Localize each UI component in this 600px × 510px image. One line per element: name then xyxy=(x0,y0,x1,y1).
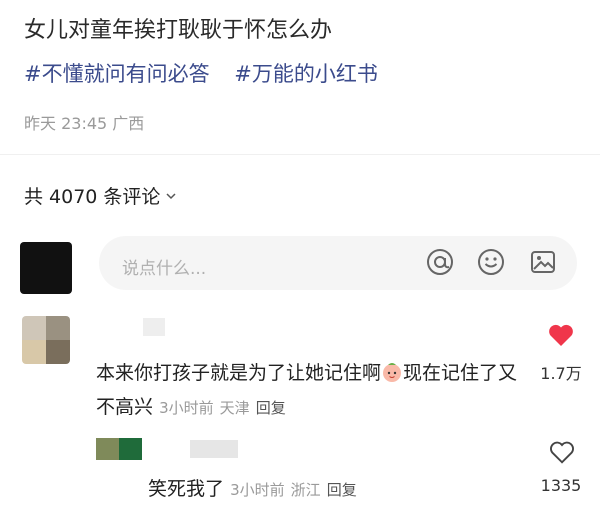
chevron-down-icon xyxy=(166,192,176,199)
comment-count-sort[interactable]: 共 4070 条评论 xyxy=(24,182,176,209)
at-icon[interactable] xyxy=(425,247,455,277)
avatar[interactable] xyxy=(96,438,142,460)
like-count: 1335 xyxy=(540,476,582,495)
divider xyxy=(0,154,600,155)
heart-filled-icon[interactable] xyxy=(546,320,576,350)
comment-location: 天津 xyxy=(219,399,250,417)
avatar[interactable] xyxy=(20,242,72,294)
comment-input-placeholder: 说点什么... xyxy=(122,259,207,279)
comment-body: 笑死我了 xyxy=(148,478,225,500)
reply-button[interactable]: 回复 xyxy=(256,399,286,417)
image-icon[interactable] xyxy=(528,247,558,277)
comment-time: 3小时前 xyxy=(159,399,214,417)
post-title: 女儿对童年挨打耿耿于怀怎么办 xyxy=(24,18,333,43)
comment-body-part: 本来你打孩子就是为了让她记住啊 xyxy=(96,362,382,384)
post-meta: 昨天 23:45 广西 xyxy=(24,114,145,133)
post-tags: #不懂就问有问必答 #万能的小红书 xyxy=(24,58,396,88)
username-placeholder[interactable] xyxy=(190,440,238,458)
comment-time: 3小时前 xyxy=(230,481,285,499)
tag-link[interactable]: #万能的小红书 xyxy=(234,62,378,86)
heart-outline-icon[interactable] xyxy=(548,438,576,466)
reply-button[interactable]: 回复 xyxy=(327,481,357,499)
comment-text: 笑死我了 3小时前 浙江 回复 xyxy=(148,474,357,501)
avatar[interactable] xyxy=(22,316,70,364)
like-count: 1.7万 xyxy=(540,364,582,383)
username-placeholder[interactable] xyxy=(143,318,165,336)
comment-text: 本来你打孩子就是为了让她记住啊 现在记住了又不高兴 3小时前 天津 回复 xyxy=(96,356,526,425)
peach-emoji-icon xyxy=(383,363,402,382)
comment-location: 浙江 xyxy=(290,481,321,499)
smile-icon[interactable] xyxy=(476,247,506,277)
comment-count-label: 共 4070 条评论 xyxy=(24,186,161,208)
tag-link[interactable]: #不懂就问有问必答 xyxy=(24,62,210,86)
